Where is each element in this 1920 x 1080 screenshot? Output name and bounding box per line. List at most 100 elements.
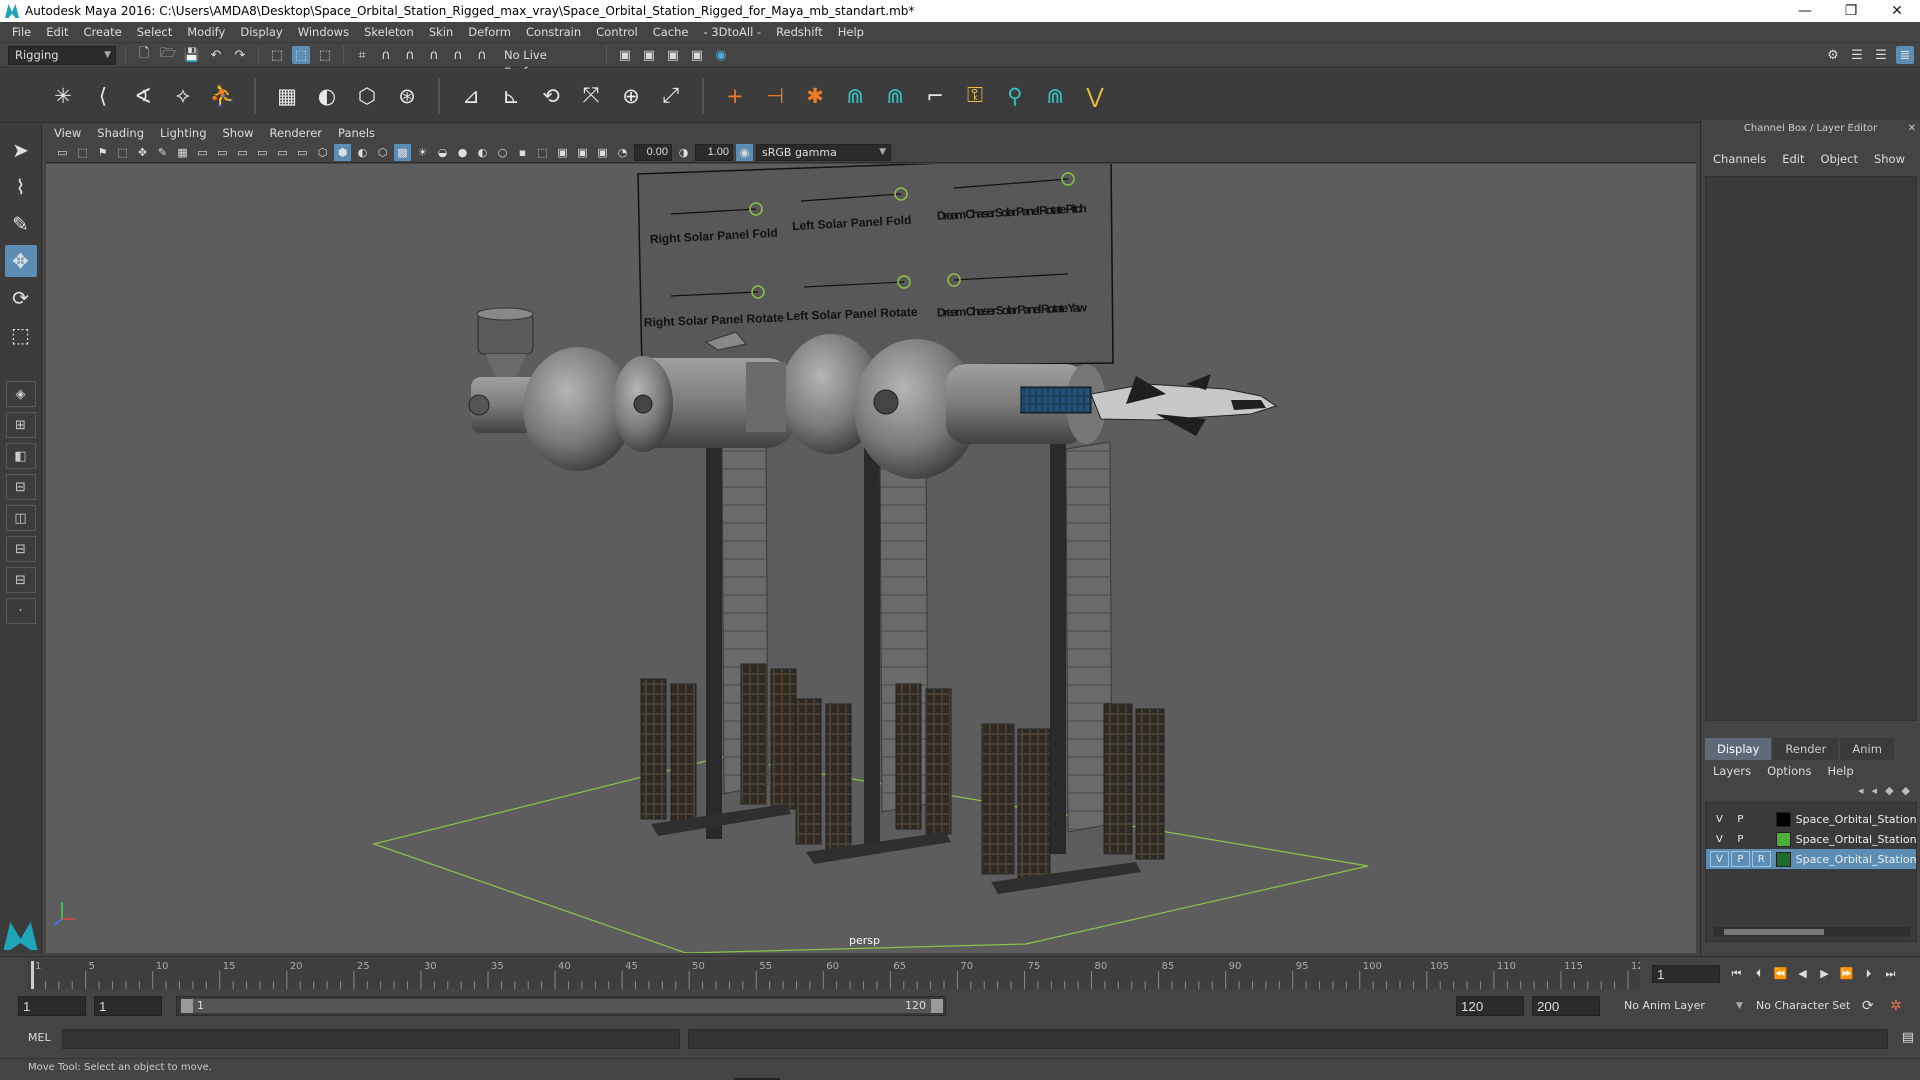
resolution-gate-icon[interactable]: ▭ — [214, 144, 231, 161]
four-view-layout-icon[interactable]: ⊞ — [5, 412, 36, 438]
menu-skin[interactable]: Skin — [423, 25, 462, 39]
menu-help[interactable]: Help — [832, 25, 873, 39]
wrap-deformer-icon[interactable]: ⬡ — [350, 79, 384, 113]
joint-tool-icon[interactable]: ✳ — [46, 79, 80, 113]
snap-grid-icon[interactable]: ⌗ — [353, 46, 371, 64]
layer-menu-options[interactable]: Options — [1767, 764, 1811, 778]
layer-row[interactable]: V P Space_Orbital_Station — [1706, 809, 1916, 829]
select-component-icon[interactable]: ⬚ — [316, 46, 334, 64]
select-tool-icon[interactable]: ➤ — [5, 134, 37, 166]
new-layer-from-selected-icon[interactable]: ◆ — [1902, 784, 1910, 797]
menu-display[interactable]: Display — [234, 25, 291, 39]
layer-name[interactable]: Space_Orbital_Station — [1796, 833, 1916, 846]
scale-constraint-icon[interactable]: ⋒ — [838, 79, 872, 113]
menu-skeleton[interactable]: Skeleton — [358, 25, 423, 39]
layer-visibility-toggle[interactable]: V — [1710, 811, 1729, 827]
layer-menu-help[interactable]: Help — [1827, 764, 1853, 778]
wireframe-on-shaded-icon[interactable]: ⬡ — [374, 144, 391, 161]
quick-rig-icon[interactable]: ⛹ — [206, 79, 240, 113]
layer-playback-toggle[interactable]: P — [1731, 831, 1750, 847]
smooth-bind-icon[interactable]: ⊾ — [494, 79, 528, 113]
restore-button[interactable]: ❐ — [1828, 3, 1874, 19]
minimize-button[interactable]: — — [1782, 3, 1828, 19]
channel-box-menu-object[interactable]: Object — [1821, 152, 1858, 166]
character-controls-icon[interactable]: ⋒ — [1038, 79, 1072, 113]
ik-handle-icon[interactable]: ∢ — [126, 79, 160, 113]
persp-outliner-layout-icon[interactable]: ◧ — [5, 443, 36, 469]
safe-title-icon[interactable]: ▭ — [294, 144, 311, 161]
playback-start-field[interactable] — [94, 996, 162, 1016]
perspective-viewport[interactable]: Right Solar Panel Fold Left Solar Panel … — [46, 164, 1696, 953]
layer-color-swatch[interactable] — [1775, 831, 1791, 847]
attribute-editor-icon[interactable]: ☰ — [1848, 46, 1866, 64]
close-panel-icon[interactable]: ✕ — [1908, 120, 1916, 138]
select-object-icon[interactable]: ⬚ — [292, 46, 310, 64]
layer-playback-toggle[interactable]: P — [1730, 851, 1750, 867]
layer-playback-toggle[interactable]: P — [1731, 811, 1750, 827]
menu-select[interactable]: Select — [131, 25, 181, 39]
cluster-icon[interactable]: ◐ — [310, 79, 344, 113]
persp-graph-layout-icon[interactable]: ⊟ — [5, 474, 36, 500]
menu-file[interactable]: File — [6, 25, 40, 39]
mirror-weights-icon[interactable]: ⤧ — [574, 79, 608, 113]
character-set-dropdown[interactable]: No Character Set — [1756, 996, 1866, 1016]
layer-name[interactable]: Space_Orbital_Station — [1796, 853, 1916, 866]
render-view-icon[interactable]: ◉ — [712, 46, 730, 64]
render-frame-icon[interactable]: ▣ — [616, 46, 634, 64]
view-transform-dropdown[interactable]: sRGB gamma ▼ — [756, 143, 891, 161]
screen-space-ao-icon[interactable]: ● — [454, 144, 471, 161]
ik-spline-icon[interactable]: ⟡ — [166, 79, 200, 113]
collapse-toolbox-icon[interactable]: · — [5, 598, 36, 624]
menu-modify[interactable]: Modify — [181, 25, 234, 39]
detach-skin-icon[interactable]: ⤢ — [654, 79, 688, 113]
xray-joints-icon[interactable]: ▣ — [574, 144, 591, 161]
camera-attributes-icon[interactable]: ⬚ — [74, 144, 91, 161]
step-forward-frame-icon[interactable]: ⏵ — [1860, 965, 1877, 982]
layer-name[interactable]: Space_Orbital_Station — [1796, 813, 1916, 826]
menu-cache[interactable]: Cache — [647, 25, 698, 39]
layer-row[interactable]: V P Space_Orbital_Station — [1706, 829, 1916, 849]
menu-deform[interactable]: Deform — [462, 25, 520, 39]
auto-key-icon[interactable]: ⟳ — [1862, 996, 1874, 1016]
close-button[interactable]: ✕ — [1874, 3, 1920, 19]
grid-icon[interactable]: ▦ — [174, 144, 191, 161]
use-default-material-icon[interactable]: ◐ — [354, 144, 371, 161]
exposure-icon[interactable]: ◔ — [614, 144, 631, 161]
rotate-tool-icon[interactable]: ⟳ — [5, 282, 37, 314]
live-surface-field[interactable]: No Live Surface — [497, 45, 597, 79]
time-ruler[interactable]: 1 5 10 15 20 25 30 35 40 45 50 55 60 65 70 75 80 85 90 95 10… — [28, 959, 1640, 989]
scale-tool-icon[interactable]: ⬚ — [5, 319, 37, 351]
scene-canvas[interactable]: Right Solar Panel Fold Left Solar Panel … — [46, 164, 1696, 953]
go-to-end-icon[interactable]: ⏭ — [1882, 965, 1899, 982]
viewport-menu-lighting[interactable]: Lighting — [160, 126, 216, 140]
gate-mask-icon[interactable]: ▭ — [234, 144, 251, 161]
channel-box-menu-channels[interactable]: Channels — [1713, 152, 1766, 166]
menu-redshift[interactable]: Redshift — [770, 25, 832, 39]
shadows-icon[interactable]: ◒ — [434, 144, 451, 161]
xray-icon[interactable]: ▣ — [554, 144, 571, 161]
textured-icon[interactable]: ▩ — [394, 143, 411, 161]
range-slider[interactable]: 1 120 — [176, 996, 946, 1016]
redo-icon[interactable]: ↷ — [231, 46, 249, 64]
anim-layer-dropdown[interactable]: No Anim Layer ▼ — [1624, 996, 1744, 1016]
color-management-icon[interactable]: ◉ — [736, 143, 753, 161]
ipr-render-icon[interactable]: ▣ — [640, 46, 658, 64]
set-driven-key-icon[interactable]: ⚿ — [958, 79, 992, 113]
menu-constrain[interactable]: Constrain — [520, 25, 590, 39]
2d-pan-icon[interactable]: ✥ — [134, 144, 151, 161]
tab-anim[interactable]: Anim — [1840, 738, 1894, 760]
depth-of-field-icon[interactable]: ▪ — [514, 144, 531, 161]
point-constraint-icon[interactable]: + — [718, 79, 752, 113]
command-input[interactable] — [62, 1029, 680, 1049]
snap-live-icon[interactable]: ∩ — [473, 46, 491, 64]
animation-start-field[interactable] — [18, 996, 86, 1016]
step-back-frame-icon[interactable]: ⏴ — [1750, 965, 1767, 982]
play-backwards-icon[interactable]: ◀ — [1794, 965, 1811, 982]
select-camera-icon[interactable]: ▭ — [54, 144, 71, 161]
bookmarks-icon[interactable]: ⚑ — [94, 144, 111, 161]
outliner-layout-icon[interactable]: ⊟ — [5, 567, 36, 593]
script-editor-icon[interactable]: ▤ — [1902, 1030, 1914, 1045]
controls-board[interactable]: Right Solar Panel Fold Left Solar Panel … — [637, 164, 1114, 370]
animation-preferences-icon[interactable]: ✲ — [1890, 996, 1902, 1016]
script-language-label[interactable]: MEL — [28, 1031, 51, 1044]
